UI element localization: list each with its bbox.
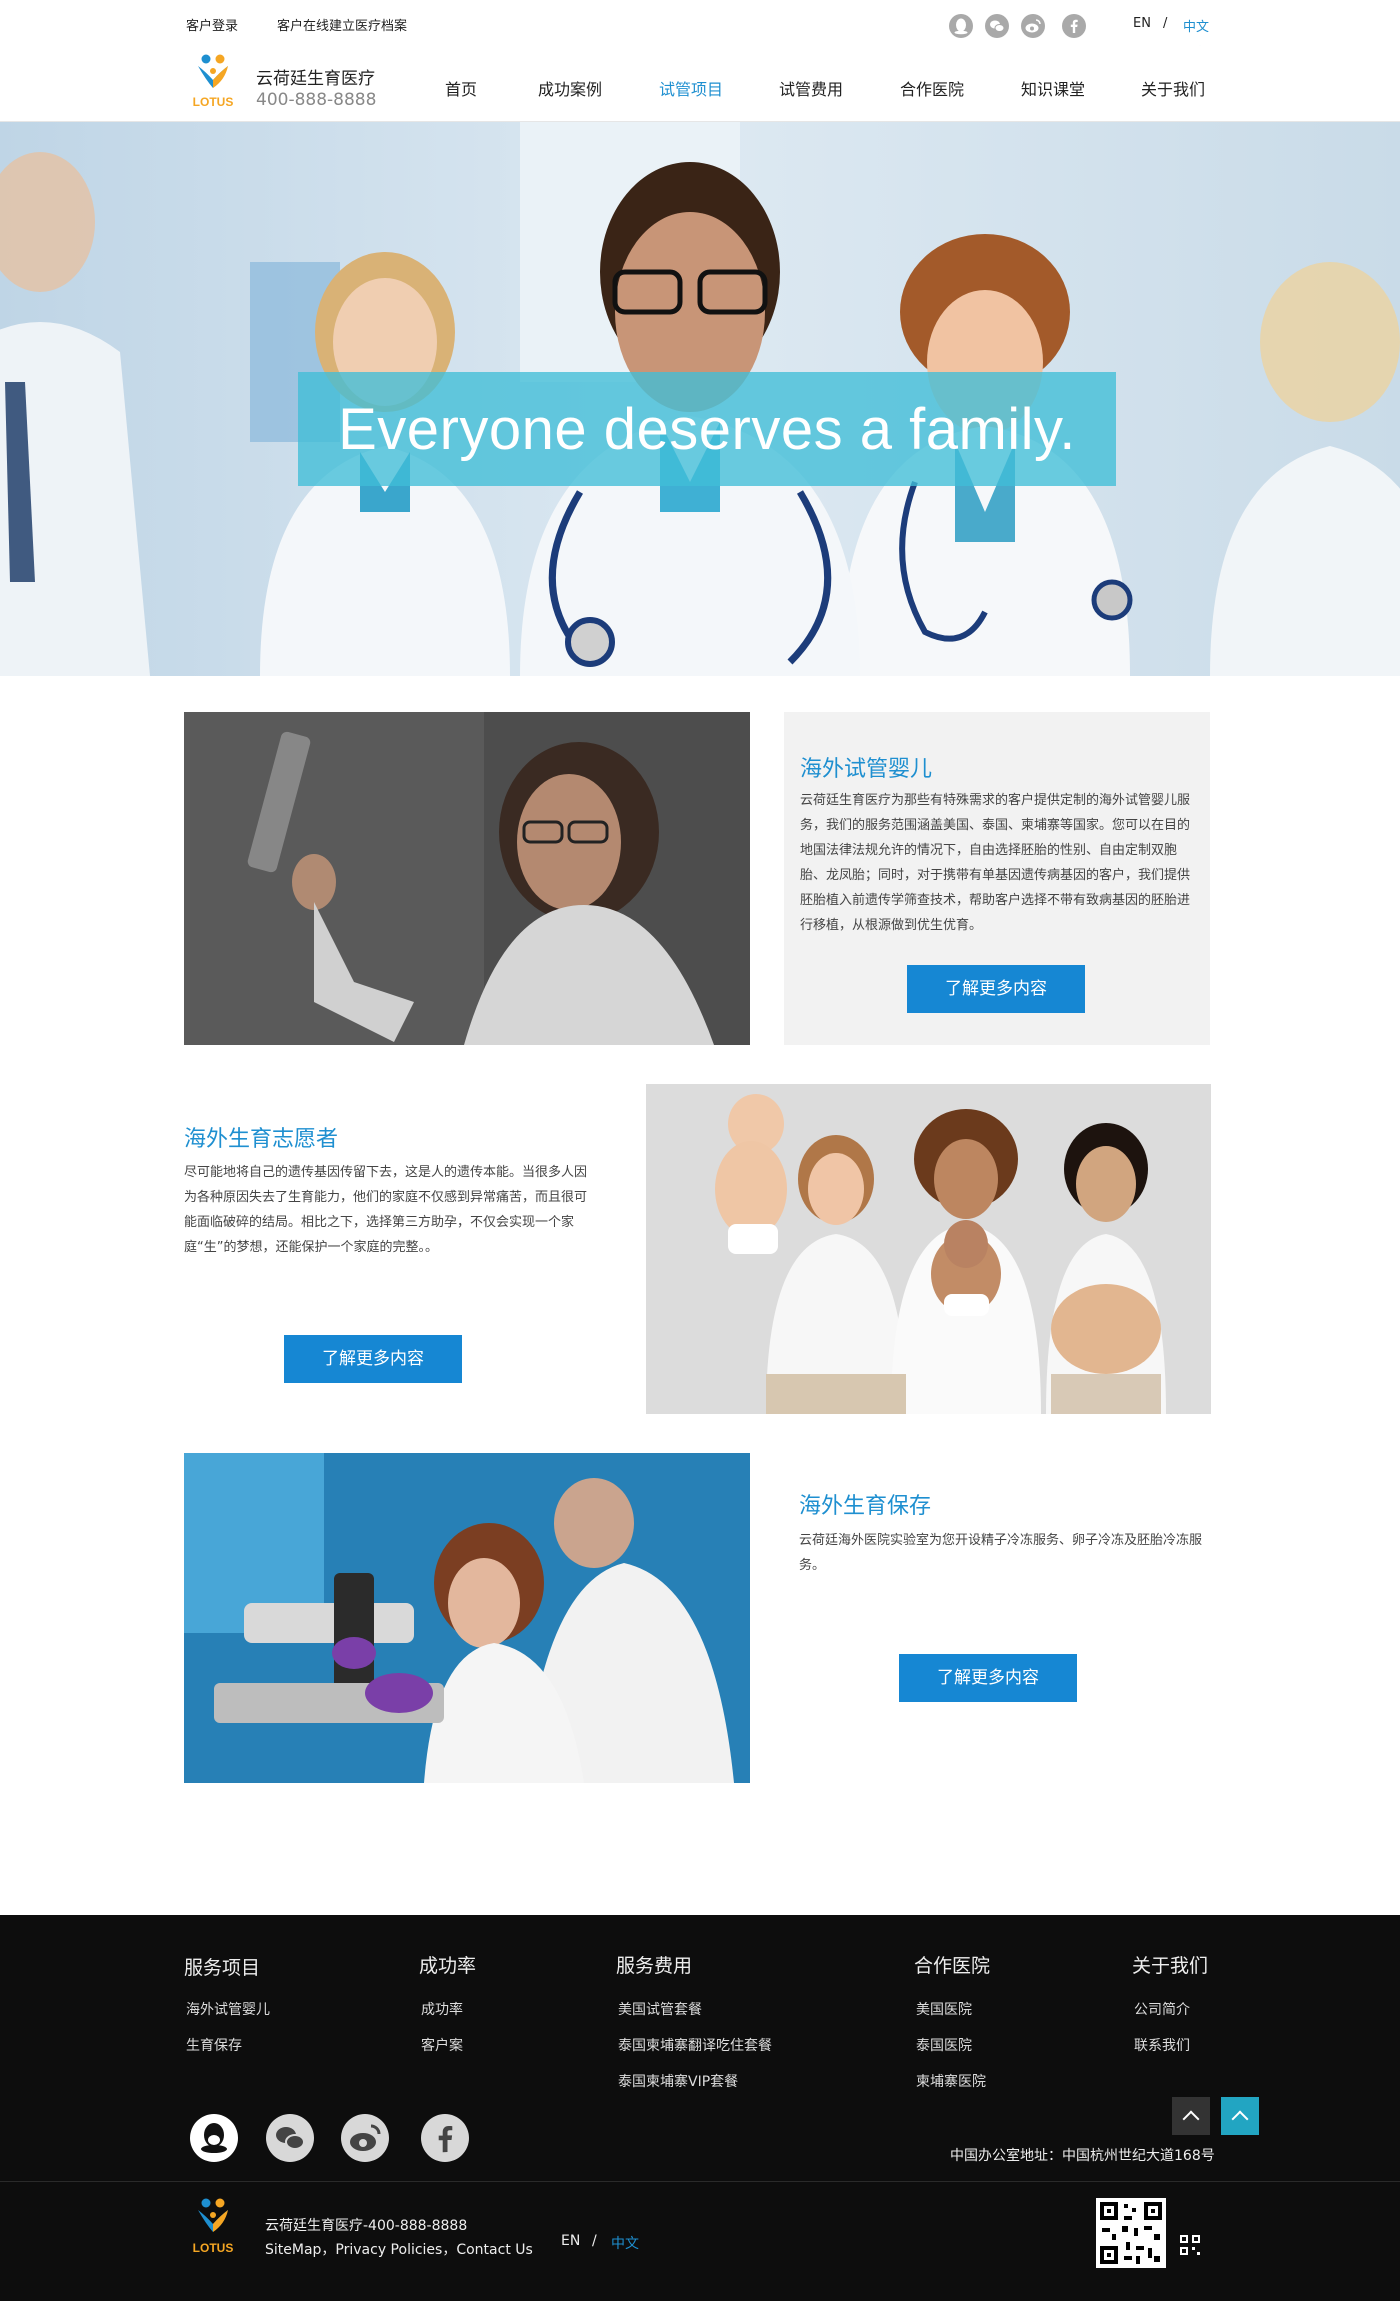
hero-banner: Everyone deserves a family. bbox=[0, 122, 1400, 676]
footer-link-cambodia-hospital[interactable]: 柬埔寨医院 bbox=[916, 2071, 986, 2091]
chevron-up-icon bbox=[1231, 2110, 1249, 2128]
facebook-icon[interactable] bbox=[1062, 14, 1086, 38]
wechat-icon[interactable] bbox=[266, 2114, 314, 2162]
nav-partner-hospitals[interactable]: 合作医院 bbox=[900, 76, 964, 100]
volunteer-title: 海外生育志愿者 bbox=[184, 1127, 339, 1152]
nav-about-us[interactable]: 关于我们 bbox=[1141, 76, 1205, 100]
footer-link-contact[interactable]: 联系我们 bbox=[1134, 2035, 1190, 2055]
nav-ivf-costs[interactable]: 试管费用 bbox=[779, 76, 843, 100]
qr-code bbox=[1096, 2198, 1166, 2268]
svg-text:LOTUS: LOTUS bbox=[193, 2241, 234, 2255]
footer-link-company[interactable]: 公司简介 bbox=[1134, 1999, 1190, 2019]
nav-ivf-projects[interactable]: 试管项目 bbox=[659, 76, 723, 100]
lab-scientist-photo bbox=[184, 712, 750, 1045]
qq-icon[interactable] bbox=[949, 14, 973, 38]
weibo-icon[interactable] bbox=[1021, 14, 1045, 38]
qq-icon[interactable] bbox=[190, 2114, 238, 2162]
nav-home[interactable]: 首页 bbox=[445, 76, 477, 100]
preservation-learn-more-button[interactable]: 了解更多内容 bbox=[899, 1654, 1077, 1702]
weibo-icon[interactable] bbox=[341, 2114, 389, 2162]
footer-link-us-package[interactable]: 美国试管套餐 bbox=[618, 1999, 702, 2019]
footer-link-preservation[interactable]: 生育保存 bbox=[186, 2035, 242, 2055]
site-header: LOTUS 云荷廷生育医疗 400-888-8888 首页 成功案例 试管项目 … bbox=[0, 46, 1400, 122]
footer-costs-title: 服务费用 bbox=[616, 1955, 693, 1977]
hero-headline-box: Everyone deserves a family. bbox=[298, 372, 1116, 486]
back-to-top-button[interactable] bbox=[1221, 2097, 1259, 2135]
hero-headline: Everyone deserves a family. bbox=[338, 396, 1076, 462]
footer-link-ivf[interactable]: 海外试管婴儿 bbox=[186, 1999, 270, 2019]
footer-link-us-hospital[interactable]: 美国医院 bbox=[916, 1999, 972, 2019]
footer-lotus-logo[interactable]: LOTUS bbox=[182, 2194, 244, 2260]
mothers-babies-photo bbox=[646, 1084, 1211, 1414]
nav-success-cases[interactable]: 成功案例 bbox=[538, 76, 602, 100]
lang-cn-link[interactable]: 中文 bbox=[1183, 16, 1209, 35]
footer-lang-cn[interactable]: 中文 bbox=[611, 2233, 639, 2253]
lotus-logo[interactable]: LOTUS bbox=[182, 50, 244, 112]
footer-link-vip-package[interactable]: 泰国柬埔寨VIP套餐 bbox=[618, 2071, 738, 2091]
ivf-description: 云荷廷生育医疗为那些有特殊需求的客户提供定制的海外试管婴儿服务，我们的服务范围涵… bbox=[800, 793, 1191, 933]
brand-name: 云荷廷生育医疗 bbox=[256, 69, 375, 89]
nav-knowledge[interactable]: 知识课堂 bbox=[1021, 76, 1085, 100]
ivf-title: 海外试管婴儿 bbox=[800, 757, 933, 782]
volunteer-description: 尽可能地将自己的遗传基因传留下去，这是人的遗传本能。当很多人因为各种原因失去了生… bbox=[184, 1165, 588, 1255]
preservation-description: 云荷廷海外医院实验室为您开设精子冷冻服务、卵子冷冻及胚胎冷冻服务。 bbox=[799, 1533, 1203, 1573]
microscope-lab-photo bbox=[184, 1453, 750, 1783]
lang-en-link[interactable]: EN bbox=[1133, 16, 1151, 31]
preservation-title: 海外生育保存 bbox=[799, 1494, 932, 1519]
footer-services-title: 服务项目 bbox=[184, 1957, 261, 1979]
medical-records-link[interactable]: 客户在线建立医疗档案 bbox=[277, 15, 407, 34]
ivf-learn-more-button[interactable]: 了解更多内容 bbox=[907, 965, 1085, 1013]
customer-login-link[interactable]: 客户登录 bbox=[186, 15, 238, 34]
lang-separator: / bbox=[1163, 16, 1168, 31]
chevron-up-icon bbox=[1182, 2110, 1200, 2128]
footer-lang-en[interactable]: EN bbox=[561, 2233, 580, 2249]
footer-policy-links[interactable]: SiteMap，Privacy Policies，Contact Us bbox=[265, 2239, 533, 2259]
brand-phone: 400-888-8888 bbox=[256, 90, 377, 110]
qr-code-small-icon[interactable] bbox=[1178, 2233, 1202, 2257]
footer-brand-line: 云荷廷生育医疗-400-888-8888 bbox=[265, 2218, 468, 2234]
footer-about-title: 关于我们 bbox=[1132, 1955, 1209, 1977]
footer-link-cases[interactable]: 客户案 bbox=[421, 2035, 463, 2055]
top-bar: 客户登录 客户在线建立医疗档案 EN / 中文 bbox=[0, 0, 1400, 46]
footer-link-thailand-hospital[interactable]: 泰国医院 bbox=[916, 2035, 972, 2055]
footer-divider bbox=[0, 2181, 1400, 2182]
footer-lang-separator: / bbox=[592, 2233, 597, 2249]
footer-hospitals-title: 合作医院 bbox=[914, 1955, 991, 1977]
footer-link-translation-package[interactable]: 泰国柬埔寨翻译吃住套餐 bbox=[618, 2035, 772, 2055]
volunteer-learn-more-button[interactable]: 了解更多内容 bbox=[284, 1335, 462, 1383]
facebook-icon[interactable] bbox=[421, 2114, 469, 2162]
wechat-icon[interactable] bbox=[985, 14, 1009, 38]
footer-success-title: 成功率 bbox=[419, 1955, 477, 1977]
scroll-up-button[interactable] bbox=[1172, 2097, 1210, 2135]
svg-text:LOTUS: LOTUS bbox=[193, 95, 234, 109]
footer-link-success-rate[interactable]: 成功率 bbox=[421, 1999, 463, 2019]
office-address: 中国办公室地址：中国杭州世纪大道168号 bbox=[950, 2148, 1215, 2164]
